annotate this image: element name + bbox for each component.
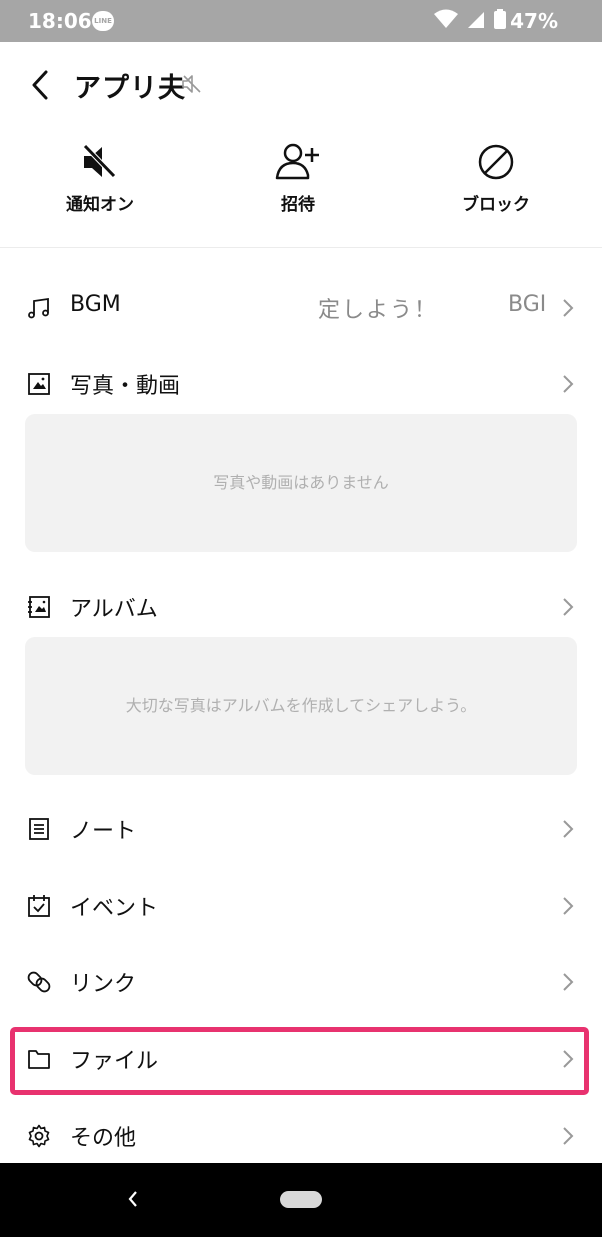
gear-icon [28,1124,50,1148]
page-title: アプリ夫 [74,73,186,104]
chevron-right-icon [563,375,574,393]
note-label: ノート [70,819,137,844]
chevron-right-icon [563,820,574,838]
line-notification-icon: LINE [92,11,114,31]
status-time: 18:06 [28,9,92,33]
wifi-icon [434,9,458,28]
link-row[interactable]: リンク [0,944,602,1020]
bgm-row[interactable]: BGM 定しよう！ BGI [0,270,602,346]
other-label: その他 [70,1126,137,1151]
muted-speaker-icon [182,75,201,93]
photo-icon [28,373,50,395]
chevron-right-icon [563,897,574,915]
album-row[interactable]: アルバム [0,569,602,645]
music-note-icon [28,297,49,319]
chevron-right-icon [563,1127,574,1145]
status-icons [434,9,506,29]
note-row[interactable]: ノート [0,791,602,867]
battery-percent: 47% [510,9,558,33]
chevron-right-icon [563,598,574,616]
album-empty-state: 大切な写真はアルバムを作成してシェアしよう。 [25,637,577,775]
link-icon [27,971,51,993]
block-label: ブロック [462,195,530,215]
calendar-check-icon [28,895,50,917]
bgm-label: BGM [70,292,121,317]
link-label: リンク [70,972,137,997]
chat-settings-header: アプリ夫 [0,42,602,128]
file-row-highlight [10,1027,589,1095]
note-icon [29,818,49,840]
block-icon [478,144,514,180]
album-icon [28,596,50,618]
mute-icon [83,144,116,178]
bgm-preview-text: 定しよう！ [318,298,439,323]
add-person-icon [275,143,319,180]
album-label: アルバム [70,597,158,622]
notification-on-label: 通知オン [66,195,134,215]
event-row[interactable]: イベント [0,868,602,944]
photos-videos-row[interactable]: 写真・動画 [0,346,602,422]
back-arrow-icon[interactable] [26,68,56,102]
photos-empty-state: 写真や動画はありません [25,414,577,552]
chevron-right-icon [563,973,574,991]
bgm-preview-tail: BGI [508,292,547,317]
signal-icon [468,12,484,28]
chevron-right-icon [563,299,574,317]
event-label: イベント [70,896,159,921]
invite-button[interactable]: 招待 [198,128,398,248]
quick-actions: 通知オン 招待 ブロック [0,128,602,248]
system-nav-bar [0,1163,602,1237]
invite-label: 招待 [281,195,315,215]
status-bar: 18:06 LINE 47% [0,0,602,42]
block-button[interactable]: ブロック [396,128,596,248]
notification-on-button[interactable]: 通知オン [0,128,200,248]
nav-home-pill[interactable] [280,1191,322,1208]
battery-icon [494,9,506,29]
photos-videos-label: 写真・動画 [70,374,181,399]
nav-back-icon[interactable] [126,1189,140,1209]
